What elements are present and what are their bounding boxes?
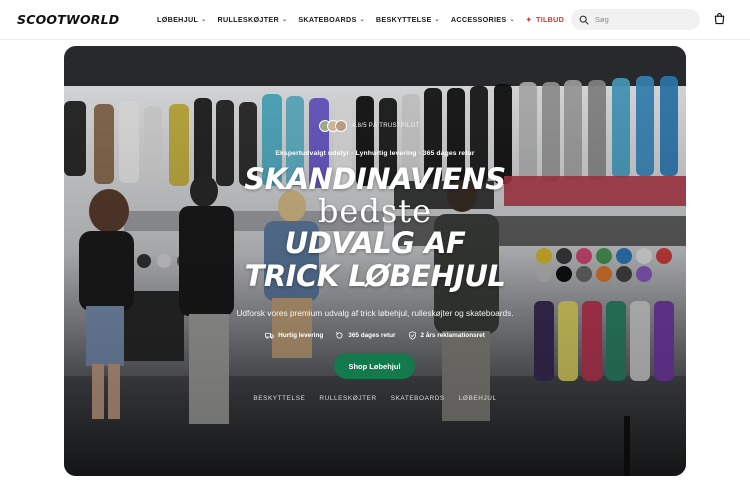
chevron-down-icon: ⌄: [359, 17, 365, 23]
chevron-down-icon: ⌄: [509, 17, 515, 23]
nav-item-tilbud[interactable]: ✦ TILBUD: [526, 15, 564, 24]
nav-label: TILBUD: [536, 15, 565, 24]
shopping-bag-icon[interactable]: [713, 12, 726, 25]
chevron-down-icon: ⌄: [434, 17, 440, 23]
hero-title-line-1: SKANDINAVIENS: [244, 162, 506, 196]
nav-label: BESKYTTELSE: [375, 15, 432, 24]
nav-item-lobehjul[interactable]: LØBEHJUL ⌄: [157, 15, 206, 24]
hero-title-line-4: TRICK LØBEHJUL: [244, 259, 506, 293]
hero-title-line-2: bedste: [317, 192, 433, 230]
main-nav: LØBEHJUL ⌄ RULLESKØJTER ⌄ SKATEBOARDS ⌄ BES…: [157, 15, 575, 24]
return-icon: [336, 332, 343, 339]
feature-item: 2 års reklamationsret: [408, 331, 485, 340]
feature-item: 365 dages retur: [335, 331, 396, 340]
hero-title-line-3: UDVALG AF: [284, 226, 466, 260]
nav-label: LØBEHJUL: [157, 15, 199, 24]
nav-item-accessories[interactable]: ACCESSORIES ⌄: [451, 15, 515, 24]
search-icon: [579, 15, 589, 25]
category-link-lobehjul[interactable]: LØBEHJUL: [459, 395, 497, 402]
category-link-skateboards[interactable]: SKATEBOARDS: [391, 395, 445, 402]
category-link-rulleskojter[interactable]: RULLESKØJTER: [319, 395, 376, 402]
avatar: [335, 120, 347, 132]
search-placeholder: Søg: [595, 15, 609, 24]
feature-item: Hurtig levering: [265, 331, 323, 340]
shield-check-icon: [408, 331, 416, 340]
trustpilot-badge[interactable]: 4.8/5 PÅ TRUSTPILOT: [319, 120, 420, 132]
truck-icon: [265, 332, 274, 339]
category-link-beskyttelse[interactable]: BESKYTTELSE: [253, 395, 305, 402]
hero-banner: 4.8/5 PÅ TRUSTPILOT Ekspertudvalgt udsty…: [64, 46, 686, 476]
trustpilot-rating: 4.8/5 PÅ TRUSTPILOT: [352, 123, 420, 129]
nav-label: RULLESKØJTER: [217, 15, 279, 24]
feature-label: 365 dages retur: [348, 332, 396, 339]
nav-item-rulleskojter[interactable]: RULLESKØJTER ⌄: [217, 15, 287, 24]
site-logo[interactable]: SCOOTWORLD: [17, 12, 119, 27]
feature-list: Hurtig levering 365 dages retur 2 års re…: [64, 331, 686, 340]
feature-label: 2 års reklamationsret: [420, 332, 485, 339]
category-links: BESKYTTELSE RULLESKØJTER SKATEBOARDS LØB…: [64, 395, 686, 402]
search-input[interactable]: Søg: [571, 9, 700, 30]
nav-label: ACCESSORIES: [450, 15, 507, 24]
nav-item-beskyttelse[interactable]: BESKYTTELSE ⌄: [376, 15, 440, 24]
nav-label: SKATEBOARDS: [298, 15, 357, 24]
hero-tagline: Ekspertudvalgt udstyr · Lynhurtig leveri…: [275, 150, 475, 157]
nav-item-skateboards[interactable]: SKATEBOARDS ⌄: [298, 15, 365, 24]
shop-lobehjul-button[interactable]: Shop Løbehjul: [334, 353, 415, 379]
hero-subtitle: Udforsk vores premium udvalg af trick lø…: [236, 308, 514, 318]
chevron-down-icon: ⌄: [201, 17, 207, 23]
site-header: SCOOTWORLD LØBEHJUL ⌄ RULLESKØJTER ⌄ SKATE…: [0, 0, 750, 40]
feature-label: Hurtig levering: [278, 332, 324, 339]
sale-star-icon: ✦: [525, 16, 532, 24]
chevron-down-icon: ⌄: [281, 17, 288, 23]
